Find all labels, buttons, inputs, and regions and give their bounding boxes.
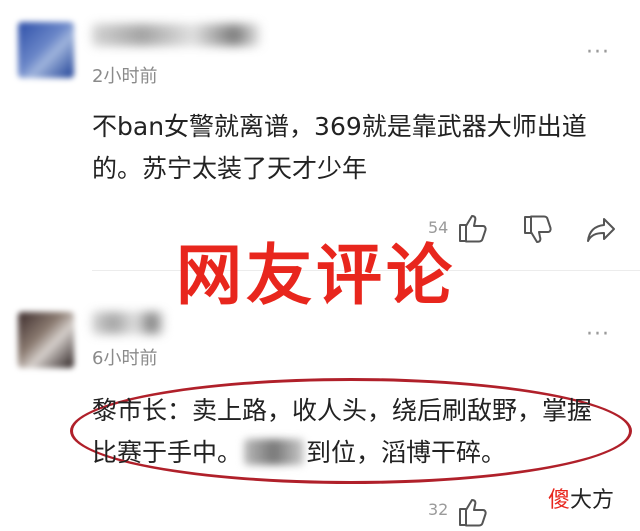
blurred-name bbox=[244, 439, 305, 465]
thumbs-up-icon[interactable] bbox=[455, 495, 489, 529]
username-blurred[interactable] bbox=[92, 312, 164, 334]
comment-body: 黎市长：卖上路，收人头，绕后刷敌野，掌握 比赛于手中。 到位，滔博干碎。 bbox=[92, 390, 632, 474]
comment-line: 的。苏宁太装了天才少年 bbox=[92, 154, 368, 183]
comment-line: 比赛于手中。 到位，滔博干碎。 bbox=[92, 432, 632, 474]
overlay-title: 网友评论 bbox=[176, 237, 456, 314]
avatar[interactable] bbox=[18, 312, 74, 368]
comment-fragment: 比赛于手中。 bbox=[92, 438, 243, 467]
username-blurred[interactable] bbox=[92, 24, 260, 46]
comment-time: 2小时前 bbox=[92, 66, 158, 87]
comment-fragment: 到位，滔博干碎。 bbox=[306, 438, 507, 467]
thumbs-down-icon[interactable] bbox=[520, 213, 554, 247]
comment-time: 6小时前 bbox=[92, 348, 158, 369]
comment-line: 不ban女警就离谱，369就是靠武器大师出道 bbox=[92, 112, 587, 141]
thumbs-up-icon[interactable] bbox=[455, 211, 489, 245]
comment-line: 黎市长：卖上路，收人头，绕后刷敌野，掌握 bbox=[92, 396, 593, 425]
avatar[interactable] bbox=[18, 22, 74, 78]
more-icon[interactable]: ··· bbox=[586, 40, 610, 65]
watermark-part: 傻 bbox=[548, 488, 571, 513]
share-icon[interactable] bbox=[584, 213, 618, 247]
comment-body: 不ban女警就离谱，369就是靠武器大师出道 的。苏宁太装了天才少年 bbox=[92, 106, 632, 190]
watermark-part: 大方 bbox=[570, 488, 615, 513]
more-icon[interactable]: ··· bbox=[586, 322, 610, 347]
like-count: 32 bbox=[428, 500, 449, 519]
watermark: 傻大方 bbox=[548, 482, 614, 514]
